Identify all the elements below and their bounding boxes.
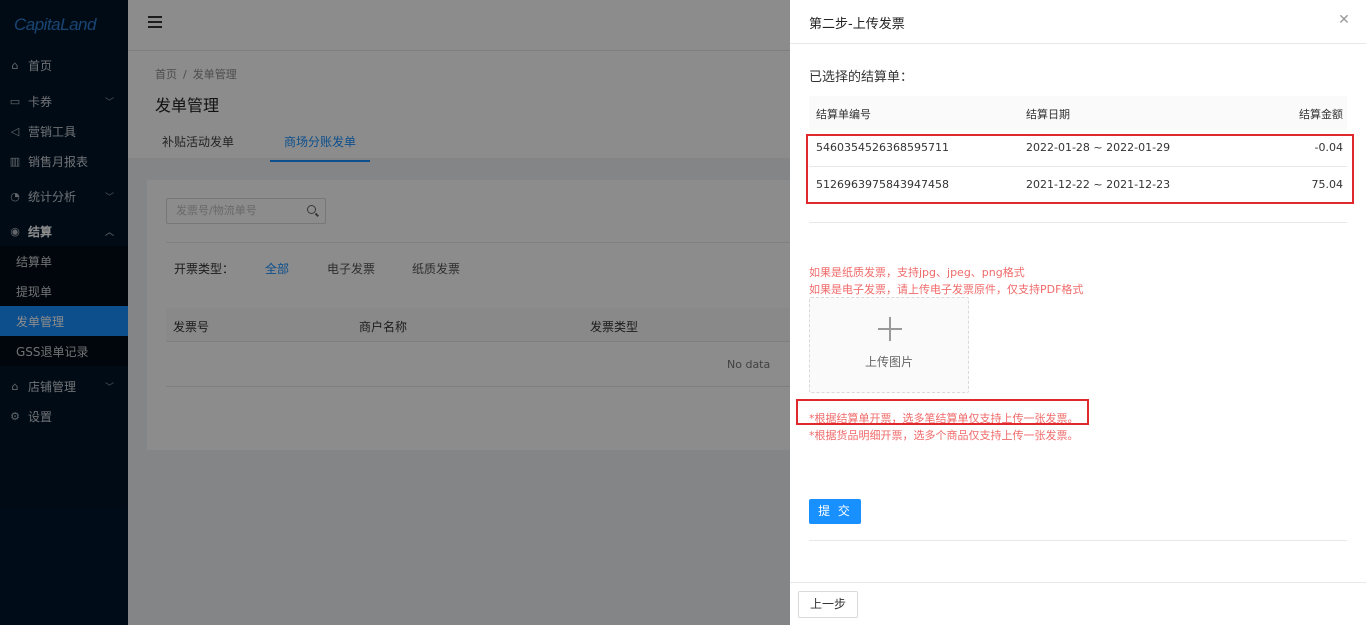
drawer-footer: 上一步 xyxy=(790,582,1366,625)
column-header: 结算日期 xyxy=(1026,108,1070,121)
paper-invoice-hint: 如果是纸质发票，支持jpg、jpeg、png格式 xyxy=(809,266,1025,279)
close-icon[interactable]: ✕ xyxy=(1338,13,1350,27)
drawer-header: 第二步-上传发票 ✕ xyxy=(790,0,1366,44)
selected-statements-label: 已选择的结算单： xyxy=(809,70,914,85)
upload-invoice-drawer: 第二步-上传发票 ✕ 已选择的结算单： 结算单编号 结算日期 结算金额 5460… xyxy=(790,0,1366,625)
highlight-box-note xyxy=(796,399,1089,425)
table-header: 结算单编号 结算日期 结算金额 xyxy=(809,96,1347,130)
column-header: 结算单编号 xyxy=(816,108,871,121)
upload-label: 上传图片 xyxy=(864,355,913,369)
upload-image-box[interactable]: 上传图片 xyxy=(809,297,969,393)
submit-button[interactable]: 提 交 xyxy=(809,499,861,524)
divider xyxy=(809,540,1347,541)
previous-step-button[interactable]: 上一步 xyxy=(798,591,858,618)
column-header: 结算金额 xyxy=(1299,108,1343,121)
electronic-invoice-hint: 如果是电子发票，请上传电子发票原件，仅支持PDF格式 xyxy=(809,283,1084,296)
highlight-box-rows xyxy=(806,134,1354,204)
drawer-title: 第二步-上传发票 xyxy=(809,17,905,32)
divider xyxy=(809,222,1347,223)
plus-icon-bar xyxy=(878,328,902,330)
note-product: *根据货品明细开票，选多个商品仅支持上传一张发票。 xyxy=(809,429,1079,442)
